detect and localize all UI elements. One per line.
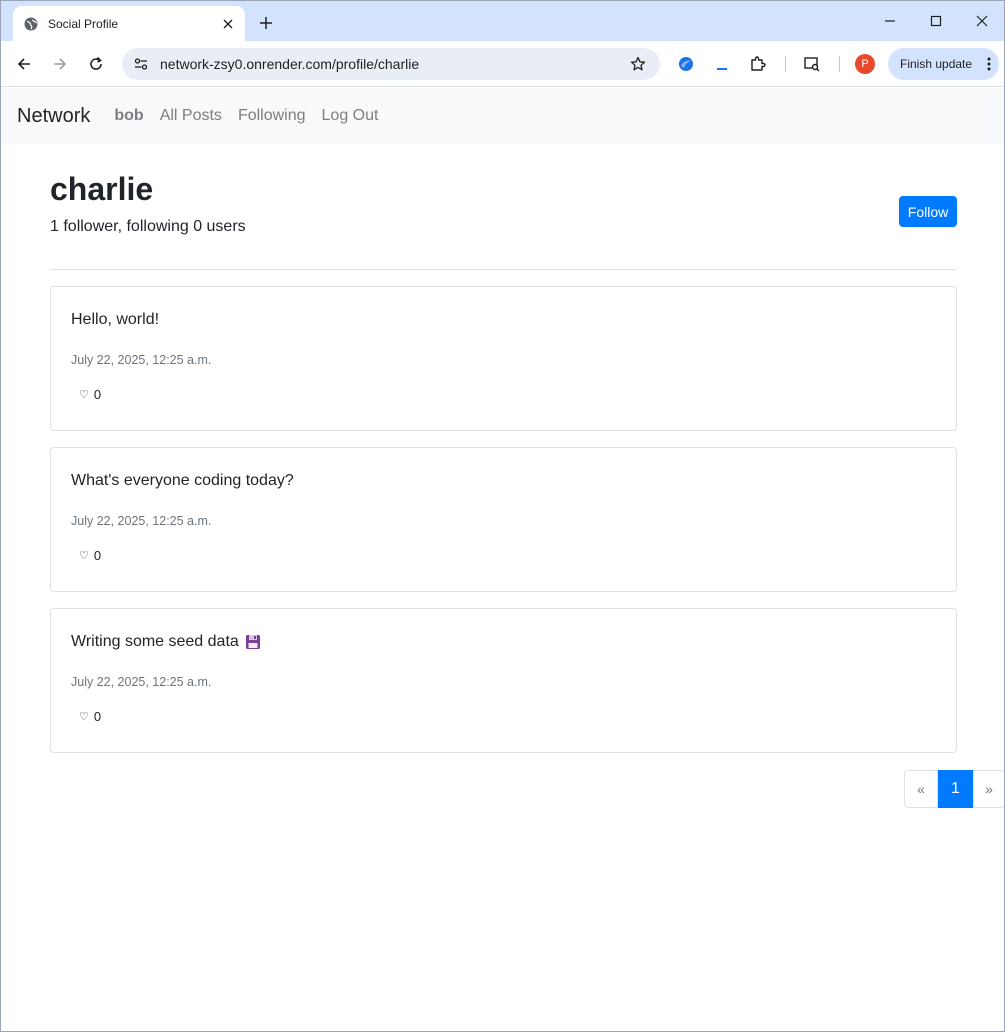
main-content: charlie 1 follower, following 0 users Fo…: [50, 144, 957, 753]
post-text-content: Hello, world!: [71, 311, 160, 328]
post-text-content: Writing some seed data: [71, 633, 239, 650]
toolbar-separator: [785, 56, 786, 72]
close-window-icon[interactable]: [959, 1, 1004, 41]
profile-header: charlie 1 follower, following 0 users Fo…: [50, 144, 957, 270]
minimize-icon[interactable]: [867, 1, 913, 41]
post-card: Writing some seed data July 22, 2025, 12…: [50, 608, 957, 753]
post-text: What's everyone coding today?: [71, 472, 294, 490]
floppy-disk-icon: [245, 634, 261, 650]
finish-update-label: Finish update: [900, 57, 973, 71]
heart-icon[interactable]: ♡: [79, 710, 89, 723]
extension-underscore-icon[interactable]: [708, 50, 736, 78]
like-control[interactable]: ♡ 0: [79, 548, 101, 563]
finish-update-button[interactable]: Finish update: [888, 48, 999, 80]
browser-tab[interactable]: Social Profile: [13, 6, 245, 41]
like-count: 0: [93, 387, 102, 402]
extension-icon[interactable]: [672, 50, 700, 78]
browser-toolbar: network-zsy0.onrender.com/profile/charli…: [1, 41, 1004, 87]
browser-window: Social Profile network-zsy0.onrender.com…: [0, 0, 1005, 1032]
post-text-content: What's everyone coding today?: [71, 472, 294, 489]
like-control[interactable]: ♡ 0: [79, 387, 101, 402]
pagination: « 1 »: [904, 770, 1004, 808]
reload-icon[interactable]: [82, 50, 110, 78]
post-text: Hello, world!: [71, 311, 159, 329]
extensions-puzzle-icon[interactable]: [744, 50, 772, 78]
nav-user-link[interactable]: bob: [114, 107, 143, 125]
url-text[interactable]: network-zsy0.onrender.com/profile/charli…: [160, 56, 622, 72]
brand-link[interactable]: Network: [17, 105, 90, 128]
follow-button[interactable]: Follow: [899, 196, 957, 227]
bookmark-star-icon[interactable]: [622, 48, 654, 80]
post-date: July 22, 2025, 12:25 a.m.: [71, 675, 212, 689]
profile-avatar[interactable]: P: [855, 54, 875, 74]
close-tab-icon[interactable]: [219, 15, 237, 33]
forward-arrow-icon[interactable]: [46, 50, 74, 78]
toolbar-separator: [839, 56, 840, 72]
profile-stats: 1 follower, following 0 users: [50, 218, 246, 235]
post-date: July 22, 2025, 12:25 a.m.: [71, 514, 212, 528]
tab-title: Social Profile: [48, 16, 119, 31]
like-control[interactable]: ♡ 0: [79, 709, 101, 724]
post-card: What's everyone coding today? July 22, 2…: [50, 447, 957, 592]
nav-following[interactable]: Following: [238, 107, 306, 125]
post-date: July 22, 2025, 12:25 a.m.: [71, 353, 212, 367]
nav-logout[interactable]: Log Out: [322, 107, 379, 125]
tab-search-icon[interactable]: [798, 50, 826, 78]
address-bar[interactable]: network-zsy0.onrender.com/profile/charli…: [122, 48, 660, 80]
profile-username: charlie: [50, 171, 154, 207]
heart-icon[interactable]: ♡: [79, 388, 89, 401]
like-count: 0: [93, 548, 102, 563]
more-vert-icon[interactable]: [979, 57, 999, 71]
post-text: Writing some seed data: [71, 633, 261, 651]
pagination-next[interactable]: »: [973, 770, 1004, 808]
maximize-icon[interactable]: [913, 1, 959, 41]
site-settings-icon[interactable]: [124, 48, 158, 80]
pagination-page-current[interactable]: 1: [938, 770, 973, 808]
tab-strip: Social Profile: [1, 1, 1004, 41]
site-navbar: Network bob All Posts Following Log Out: [1, 88, 1004, 144]
back-arrow-icon[interactable]: [10, 50, 38, 78]
like-count: 0: [93, 709, 102, 724]
pagination-prev[interactable]: «: [904, 770, 938, 808]
globe-icon: [23, 16, 39, 32]
new-tab-plus-icon[interactable]: [254, 11, 278, 35]
post-card: Hello, world! July 22, 2025, 12:25 a.m. …: [50, 286, 957, 431]
heart-icon[interactable]: ♡: [79, 549, 89, 562]
nav-all-posts[interactable]: All Posts: [160, 107, 222, 125]
